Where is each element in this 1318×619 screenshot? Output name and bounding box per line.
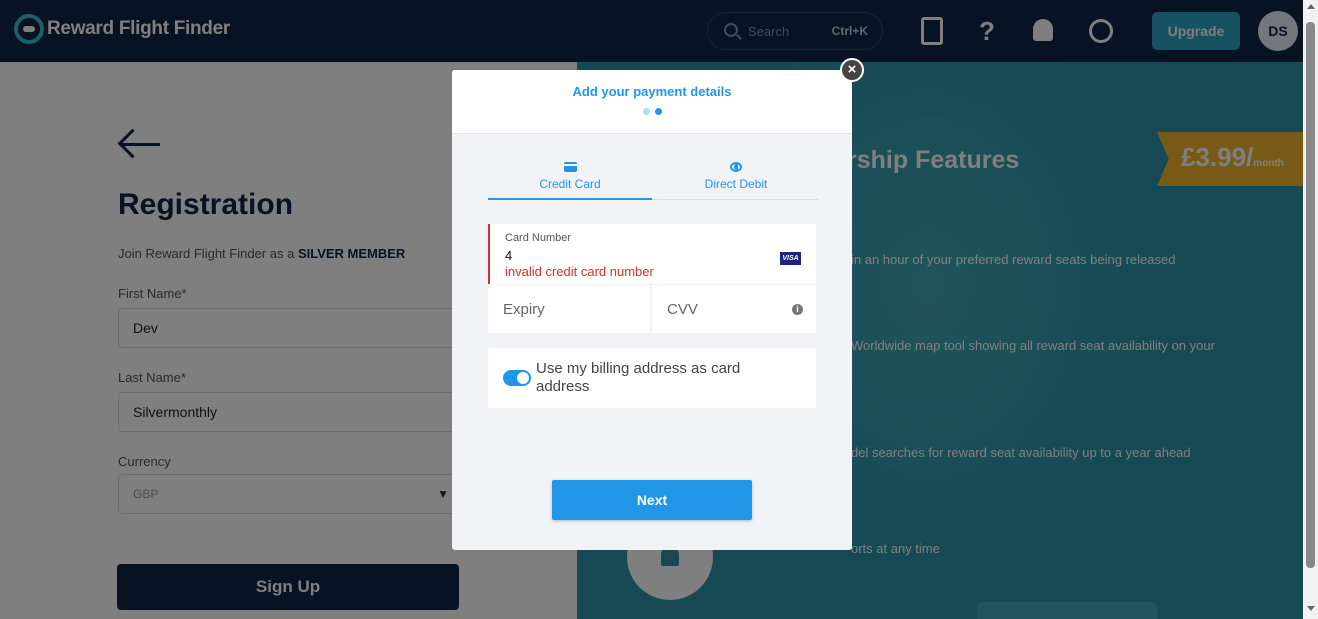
tab-label: Direct Debit	[704, 177, 768, 191]
payment-method-tabs: Credit Card Direct Debit	[488, 160, 818, 200]
payment-details-modal: Add your payment details × Credit Card D…	[452, 58, 864, 550]
expiry-field[interactable]: Expiry	[488, 285, 650, 333]
info-icon[interactable]: i	[792, 304, 803, 315]
close-icon[interactable]: ×	[840, 58, 864, 82]
step-indicator	[452, 108, 852, 115]
card-number-label: Card Number	[505, 232, 572, 244]
credit-card-icon	[563, 162, 577, 172]
vertical-scrollbar[interactable]	[1303, 0, 1318, 619]
tab-label: Credit Card	[539, 177, 601, 191]
tab-credit-card[interactable]: Credit Card	[488, 160, 652, 200]
scroll-up-arrow-icon[interactable]	[1307, 4, 1315, 9]
card-number-error: invalid credit card number	[505, 264, 654, 279]
next-button[interactable]: Next	[552, 480, 752, 520]
scroll-down-arrow-icon[interactable]	[1307, 606, 1315, 611]
card-number-input[interactable]: 4	[505, 248, 512, 263]
tab-direct-debit[interactable]: Direct Debit	[654, 160, 818, 200]
cvv-field[interactable]: CVV i	[652, 285, 816, 333]
card-number-field[interactable]: Card Number 4 invalid credit card number…	[488, 224, 816, 284]
scrollbar-thumb[interactable]	[1306, 22, 1315, 568]
modal-title: Add your payment details	[572, 84, 732, 99]
visa-card-icon: VISA	[780, 252, 801, 265]
cvv-placeholder: CVV	[667, 301, 698, 318]
billing-address-label: Use my billing address as card address	[536, 360, 741, 395]
billing-address-toggle[interactable]	[503, 370, 531, 386]
billing-address-option: Use my billing address as card address	[488, 348, 816, 408]
modal-header: Add your payment details	[452, 70, 852, 134]
step-dot	[642, 108, 650, 115]
direct-debit-icon	[730, 162, 742, 172]
step-dot-active	[654, 108, 662, 115]
